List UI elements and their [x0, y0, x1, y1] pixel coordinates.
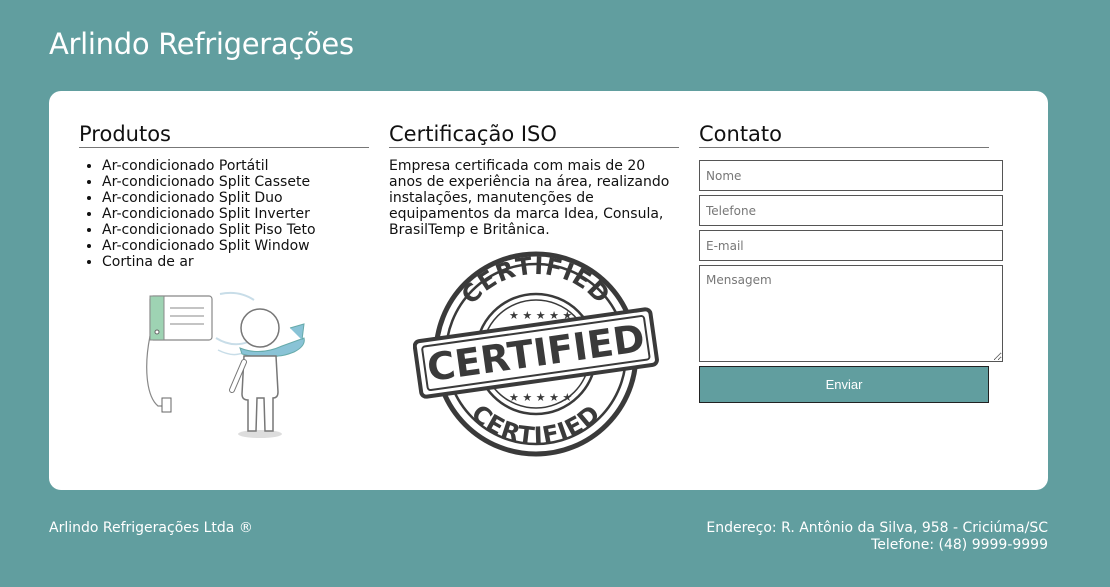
contato-heading: Contato — [699, 121, 989, 148]
svg-text:★ ★ ★ ★ ★: ★ ★ ★ ★ ★ — [509, 391, 572, 404]
product-item: Ar-condicionado Split Inverter — [102, 206, 369, 222]
footer-phone: Telefone: (48) 9999-9999 — [871, 537, 1048, 553]
product-item: Ar-condicionado Portátil — [102, 158, 369, 174]
product-list: Ar-condicionado Portátil Ar-condicionado… — [79, 158, 369, 270]
contato-section: Contato Enviar — [699, 121, 1003, 403]
product-item: Ar-condicionado Split Duo — [102, 190, 369, 206]
footer-address: Endereço: R. Antônio da Silva, 958 - Cri… — [706, 520, 1048, 536]
footer-company: Arlindo Refrigerações Ltda ® — [49, 520, 253, 536]
site-title: Arlindo Refrigerações — [49, 27, 354, 61]
product-item: Ar-condicionado Split Piso Teto — [102, 222, 369, 238]
content-card: Produtos Ar-condicionado Portátil Ar-con… — [49, 91, 1048, 490]
produtos-heading: Produtos — [79, 121, 369, 148]
iso-heading: Certificação ISO — [389, 121, 679, 148]
air-conditioner-illustration — [146, 291, 305, 438]
product-item: Ar-condicionado Split Cassete — [102, 174, 369, 190]
product-item: Cortina de ar — [102, 254, 369, 270]
send-button[interactable]: Enviar — [699, 366, 989, 403]
nome-input[interactable] — [699, 160, 1003, 191]
iso-description: Empresa certificada com mais de 20 anos … — [389, 158, 670, 238]
certified-stamp-icon: CERTIFIED CERTIFIED ★ ★ ★ ★ ★ ★ ★ ★ ★ ★ … — [413, 251, 659, 457]
contact-form: Enviar — [699, 160, 1003, 403]
mensagem-textarea[interactable] — [699, 265, 1003, 362]
product-item: Ar-condicionado Split Window — [102, 238, 369, 254]
telefone-input[interactable] — [699, 195, 1003, 226]
email-input[interactable] — [699, 230, 1003, 261]
produtos-section: Produtos Ar-condicionado Portátil Ar-con… — [79, 121, 369, 270]
iso-section: Certificação ISO Empresa certificada com… — [389, 121, 679, 238]
stamp-text-top: CERTIFIED — [456, 252, 615, 310]
svg-text:CERTIFIED: CERTIFIED — [456, 252, 616, 310]
footer-contact-info: Endereço: R. Antônio da Silva, 958 - Cri… — [706, 520, 1048, 554]
